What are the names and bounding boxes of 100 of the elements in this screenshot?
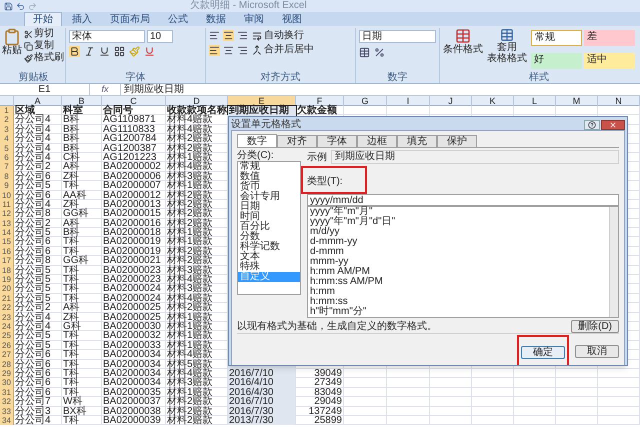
- dialog-tab[interactable]: 数字: [237, 134, 277, 147]
- row-header[interactable]: 12: [0, 209, 14, 219]
- align-right-icon[interactable]: [237, 45, 248, 56]
- row-header[interactable]: 25: [0, 331, 14, 341]
- paste-button[interactable]: 粘贴: [2, 28, 22, 73]
- category-item[interactable]: 货币: [238, 182, 300, 192]
- dialog-tab[interactable]: 保护: [437, 135, 477, 147]
- category-item[interactable]: 时间: [238, 212, 300, 222]
- category-item[interactable]: 科学记数: [238, 242, 300, 252]
- fx-label[interactable]: fx: [90, 84, 120, 95]
- cell-style[interactable]: 差: [584, 30, 635, 46]
- format-item[interactable]: d-mmm-yy: [308, 237, 609, 247]
- format-item[interactable]: h:mm AM/PM: [308, 267, 609, 277]
- row-header[interactable]: 32: [0, 397, 14, 406]
- category-item[interactable]: 数值: [238, 172, 300, 182]
- category-item[interactable]: 会计专用: [238, 192, 300, 202]
- column-header[interactable]: E: [228, 96, 296, 106]
- type-field[interactable]: yyyy/mm/dd: [307, 194, 619, 206]
- delete-button[interactable]: 删除(D): [571, 320, 619, 333]
- scrollbar[interactable]: [609, 207, 618, 317]
- ribbon-tab[interactable]: 插入: [64, 12, 100, 26]
- save-icon[interactable]: [4, 2, 13, 10]
- column-header[interactable]: M: [556, 96, 598, 106]
- dialog-tab[interactable]: 对齐: [277, 135, 317, 147]
- dialog-tab[interactable]: 边框: [357, 135, 397, 147]
- cancel-button[interactable]: 取消: [575, 344, 619, 358]
- dialog-tab[interactable]: 填充: [397, 135, 437, 147]
- ribbon-tab[interactable]: 开始: [24, 12, 62, 26]
- ribbon-tab[interactable]: 公式: [160, 12, 196, 26]
- column-header[interactable]: L: [514, 96, 556, 106]
- column-header[interactable]: N: [598, 96, 640, 106]
- align-middle-icon[interactable]: [223, 30, 234, 41]
- format-item[interactable]: m/d/yy: [308, 227, 609, 237]
- format-item[interactable]: yyyy"年"m"月"d"日": [308, 217, 609, 227]
- ribbon-tab[interactable]: 数据: [198, 12, 234, 26]
- align-left-icon[interactable]: [209, 45, 220, 56]
- row-header[interactable]: 9: [0, 181, 14, 191]
- align-top-icon[interactable]: [209, 30, 220, 41]
- row-header[interactable]: 30: [0, 378, 14, 388]
- format-item[interactable]: h:mm:ss AM/PM: [308, 277, 609, 287]
- column-header[interactable]: C: [102, 96, 166, 106]
- row-header[interactable]: 15: [0, 237, 14, 247]
- category-item[interactable]: 常规: [238, 162, 300, 172]
- ribbon-tab[interactable]: 页面布局: [102, 12, 158, 26]
- row-header[interactable]: 1: [0, 106, 14, 116]
- row-header[interactable]: 20: [0, 284, 14, 294]
- row-header[interactable]: 4: [0, 134, 14, 144]
- category-item[interactable]: 百分比: [238, 222, 300, 232]
- column-header[interactable]: I: [387, 96, 430, 106]
- wrap-text-button[interactable]: 自动换行: [252, 30, 314, 42]
- bold-icon[interactable]: [69, 46, 80, 57]
- column-header[interactable]: A: [14, 96, 62, 106]
- row-header[interactable]: 7: [0, 162, 14, 172]
- underline-icon[interactable]: [99, 46, 110, 57]
- format-item[interactable]: mmm-yy: [308, 257, 609, 267]
- number-format-field[interactable]: 日期: [359, 30, 436, 43]
- format-item[interactable]: d-mmm: [308, 247, 609, 257]
- category-item[interactable]: 分数: [238, 232, 300, 242]
- font-color-icon[interactable]: [144, 46, 155, 57]
- format-item[interactable]: h"时"mm"分": [308, 307, 609, 317]
- format-item[interactable]: h:mm:ss: [308, 297, 609, 307]
- table-format-button[interactable]: 套用 表格格式: [487, 28, 527, 73]
- category-item[interactable]: 文本: [238, 252, 300, 262]
- dialog-tab[interactable]: 字体: [317, 135, 357, 147]
- conditional-format-button[interactable]: 条件格式: [443, 28, 483, 73]
- column-header[interactable]: G: [344, 96, 387, 106]
- cut-button[interactable]: 剪切: [24, 28, 64, 40]
- row-header[interactable]: 27: [0, 350, 14, 360]
- format-painter-button[interactable]: 格式刷: [24, 52, 64, 64]
- merge-center-button[interactable]: 合并后居中: [252, 44, 314, 56]
- row-header[interactable]: 2: [0, 115, 14, 125]
- align-center-icon[interactable]: [223, 45, 234, 56]
- category-item[interactable]: 特殊: [238, 262, 300, 272]
- format-item[interactable]: yyyy"年"m"月": [308, 207, 609, 217]
- ribbon-tab[interactable]: 视图: [274, 12, 310, 26]
- copy-button[interactable]: 复制: [24, 40, 64, 52]
- name-box[interactable]: E1: [0, 84, 90, 95]
- font-size-field[interactable]: 10: [147, 30, 173, 43]
- row-header[interactable]: 14: [0, 228, 14, 238]
- cell-style[interactable]: 常规: [531, 30, 582, 46]
- align-bottom-icon[interactable]: [237, 30, 248, 41]
- format-list[interactable]: yyyy"年"m"月" yyyy"年"m"月"d"日" m/d/yy d-mmm-yy d-mmm mmm-yy h:mm AM/PM h:mm:ss AM/PM h:mm h:mm:ss h"时"mm"分": [307, 206, 619, 318]
- formula-field[interactable]: 到期应收日期: [120, 84, 640, 95]
- column-header[interactable]: J: [430, 96, 472, 106]
- ribbon-tab[interactable]: 审阅: [236, 12, 272, 26]
- undo-icon[interactable]: [16, 2, 25, 10]
- percent-icon[interactable]: [374, 47, 385, 58]
- format-item[interactable]: h:mm: [308, 287, 609, 297]
- row-header[interactable]: 19: [0, 275, 14, 284]
- ok-button[interactable]: 确定: [521, 346, 565, 359]
- italic-icon[interactable]: [84, 46, 95, 57]
- font-name-field[interactable]: 宋体: [69, 30, 145, 43]
- column-header[interactable]: K: [472, 96, 514, 106]
- row-header[interactable]: 22: [0, 303, 14, 313]
- close-button[interactable]: [601, 120, 625, 130]
- help-button[interactable]: [584, 120, 600, 130]
- row-header[interactable]: 17: [0, 256, 14, 266]
- cell-style[interactable]: 适中: [584, 52, 635, 68]
- cell-style[interactable]: 好: [531, 52, 582, 68]
- category-item[interactable]: 日期: [238, 202, 300, 212]
